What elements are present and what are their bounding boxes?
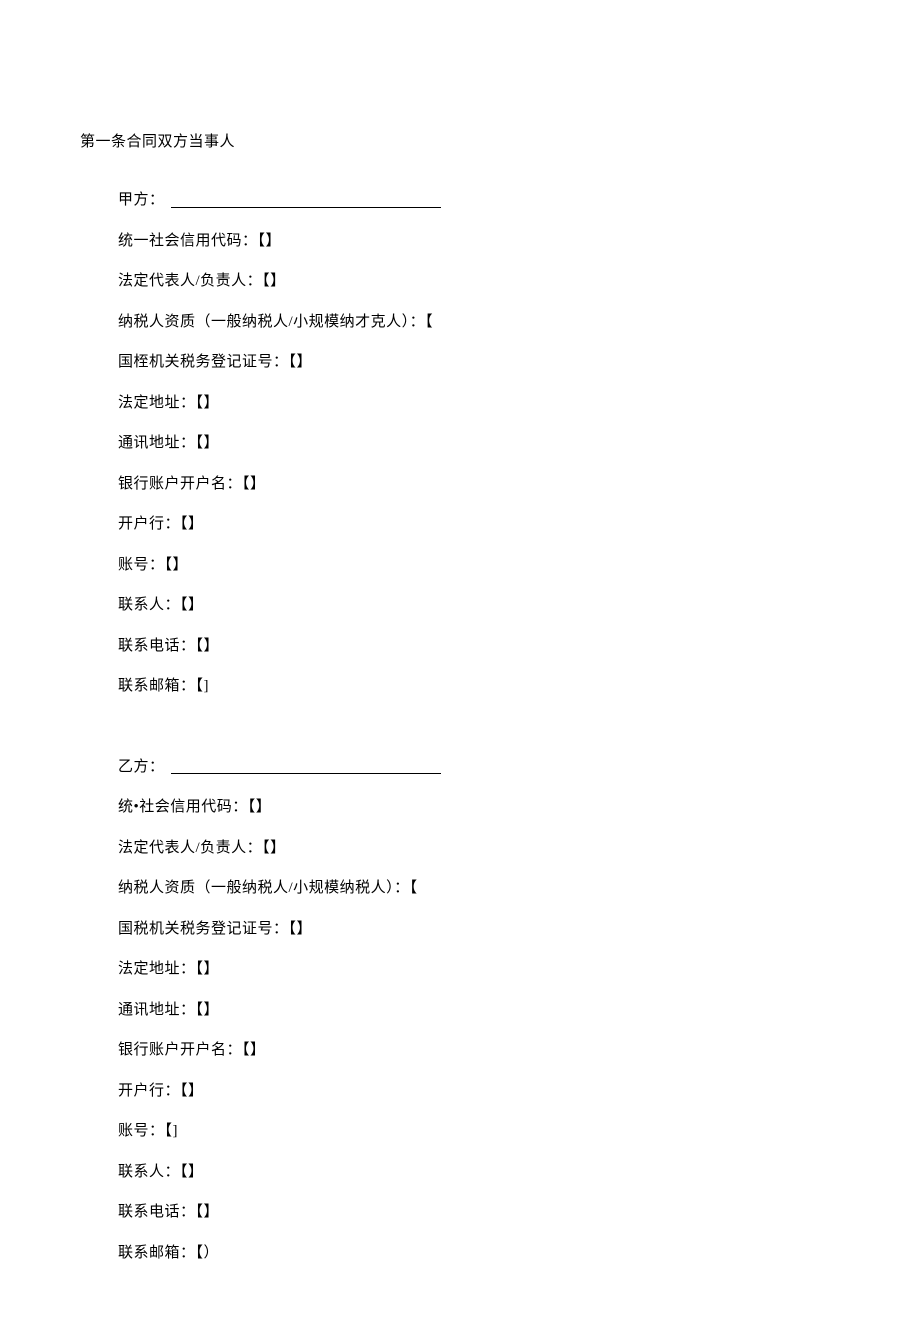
party-a-underline [171, 207, 441, 208]
section-title: 第一条合同双方当事人 [80, 130, 840, 151]
party-b-field: 联系人：【】 [118, 1161, 840, 1184]
party-b-field: 法定地址：【】 [118, 958, 840, 981]
party-b-block: 乙方： 统•社会信用代码：【】 法定代表人/负责人：【】 纳税人资质（一般纳税人… [80, 756, 840, 1265]
party-a-field: 联系电话：【】 [118, 635, 840, 658]
party-a-field: 开户行：【】 [118, 513, 840, 536]
party-a-field: 联系人：【】 [118, 594, 840, 617]
party-a-field: 银行账户开户名：【】 [118, 473, 840, 496]
party-a-field: 国桎机关税务登记证号：【】 [118, 351, 840, 374]
party-a-field: 统一社会信用代码：【】 [118, 230, 840, 253]
party-a-field: 联系邮箱：【] [118, 675, 840, 698]
document-page: 第一条合同双方当事人 甲方： 统一社会信用代码：【】 法定代表人/负责人：【】 … [0, 0, 920, 1342]
party-a-field: 通讯地址：【】 [118, 432, 840, 455]
party-b-label: 乙方： [118, 756, 165, 779]
party-b-heading-line: 乙方： [118, 756, 840, 779]
party-b-field: 通讯地址：【】 [118, 999, 840, 1022]
party-a-field: 法定地址：【】 [118, 392, 840, 415]
party-b-field: 开户行：【】 [118, 1080, 840, 1103]
party-b-field: 账号：【] [118, 1120, 840, 1143]
party-b-field: 联系邮箱：【） [118, 1242, 840, 1265]
party-b-field: 银行账户开户名：【】 [118, 1039, 840, 1062]
block-spacer [80, 716, 840, 756]
party-b-field: 国税机关税务登记证号：【】 [118, 918, 840, 941]
party-a-field: 账号：【】 [118, 554, 840, 577]
party-a-block: 甲方： 统一社会信用代码：【】 法定代表人/负责人：【】 纳税人资质（一般纳税人… [80, 189, 840, 698]
party-a-heading-line: 甲方： [118, 189, 840, 212]
party-b-field: 统•社会信用代码：【】 [118, 796, 840, 819]
party-b-underline [171, 773, 441, 774]
party-a-field: 纳税人资质（一般纳税人/小规模纳才克人）：【 [118, 311, 840, 334]
party-a-label: 甲方： [118, 189, 165, 212]
party-b-field: 纳税人资质（一般纳税人/小规模纳税人）：【 [118, 877, 840, 900]
party-b-field: 联系电话：【】 [118, 1201, 840, 1224]
party-b-field: 法定代表人/负责人：【】 [118, 837, 840, 860]
party-a-field: 法定代表人/负责人：【】 [118, 270, 840, 293]
